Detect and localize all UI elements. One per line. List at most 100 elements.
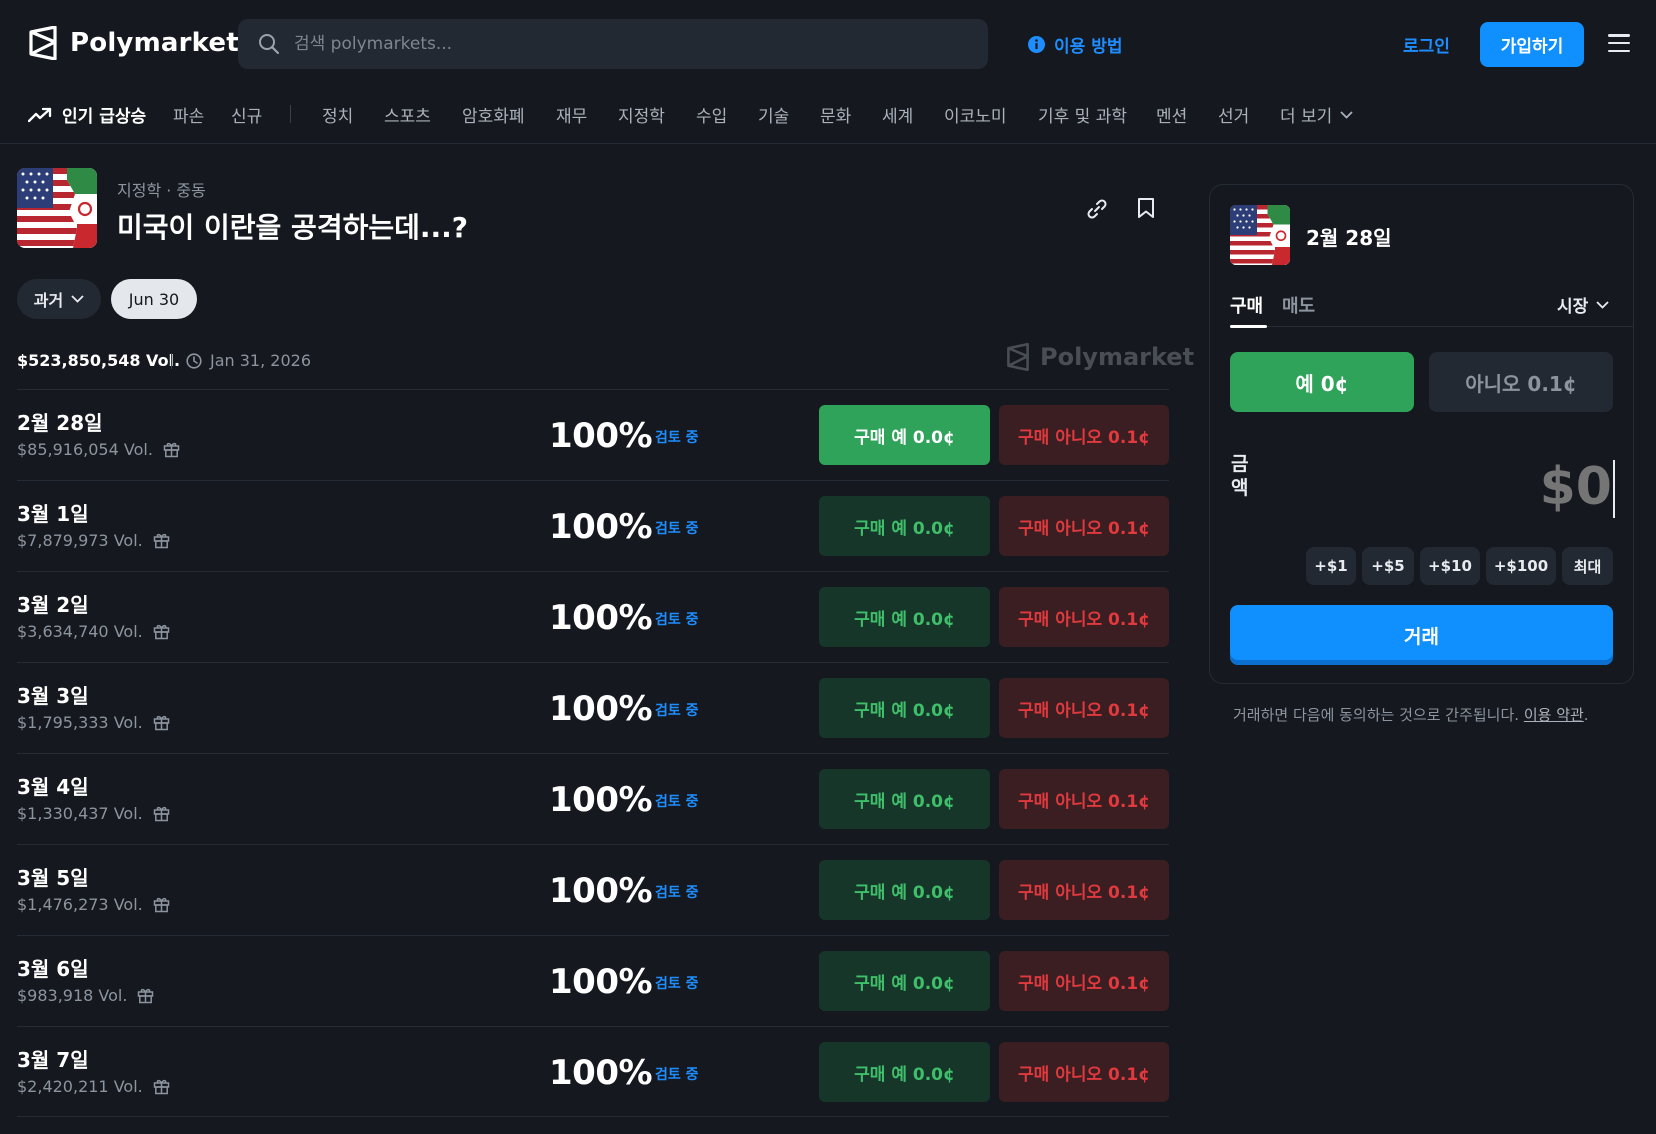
nav-item-world[interactable]: 세계: [882, 102, 913, 127]
search-input[interactable]: [294, 34, 944, 54]
buy-yes-button[interactable]: 구매 예 0.0¢: [819, 1042, 990, 1102]
gift-icon: [153, 533, 169, 549]
order-type-label: 시장: [1557, 297, 1589, 317]
outcome-no-button[interactable]: 아니오 0.1¢: [1429, 352, 1613, 412]
gift-icon: [153, 897, 169, 913]
outcome-status: 검토 중: [655, 794, 699, 810]
date-chip-jun-30[interactable]: Jun 30: [111, 279, 197, 319]
nav-item-politics[interactable]: 정치: [322, 102, 353, 127]
breadcrumb[interactable]: 지정학 · 중동: [117, 177, 206, 201]
trade-panel-image: [1230, 205, 1290, 265]
quick-amount-max-button[interactable]: 최대: [1562, 547, 1613, 585]
outcome-status: 검토 중: [655, 703, 699, 719]
buy-no-button[interactable]: 구매 아니오 0.1¢: [999, 587, 1169, 647]
nav-item-breaking[interactable]: 파손: [173, 102, 204, 127]
buy-yes-button[interactable]: 구매 예 0.0¢: [819, 769, 990, 829]
outcome-label: 3월 5일: [17, 866, 89, 890]
nav-item-climate-science[interactable]: 기후 및 과학: [1038, 102, 1127, 127]
polymarket-logo-icon: [29, 26, 57, 60]
outcome-row[interactable]: 3월 3일 $1,795,333 Vol. 100% 검토 중 구매 예 0.0…: [17, 662, 1169, 753]
buy-no-button[interactable]: 구매 아니오 0.1¢: [999, 496, 1169, 556]
outcome-row[interactable]: 3월 6일 $983,918 Vol. 100% 검토 중 구매 예 0.0¢ …: [17, 935, 1169, 1026]
nav-item-tech[interactable]: 기술: [758, 102, 789, 127]
quick-amount-100-button[interactable]: +$100: [1486, 547, 1556, 585]
buy-yes-button[interactable]: 구매 예 0.0¢: [819, 587, 990, 647]
outcome-row[interactable]: 2월 28일 $85,916,054 Vol. 100% 검토 중 구매 예 0…: [17, 389, 1169, 480]
nav-item-crypto[interactable]: 암호화폐: [462, 102, 525, 127]
quick-amount-10-button[interactable]: +$10: [1420, 547, 1480, 585]
polymarket-logo-icon: [1007, 343, 1029, 371]
nav-trending-label: 인기 급상승: [62, 107, 147, 127]
buy-yes-button[interactable]: 구매 예 0.0¢: [819, 496, 990, 556]
buy-no-button[interactable]: 구매 아니오 0.1¢: [999, 405, 1169, 465]
tab-divider: [1230, 326, 1634, 327]
info-icon: [1028, 36, 1045, 53]
nav-more[interactable]: 더 보기: [1280, 102, 1353, 127]
polymarket-watermark: Polymarket: [1006, 343, 1194, 371]
nav-item-mentions[interactable]: 멘션: [1156, 102, 1187, 127]
buy-no-button[interactable]: 구매 아니오 0.1¢: [999, 678, 1169, 738]
nav-item-finance[interactable]: 재무: [556, 102, 587, 127]
outcome-percent: 100%: [549, 962, 653, 1002]
outcome-label: 3월 6일: [17, 957, 89, 981]
trade-button[interactable]: 거래: [1230, 605, 1613, 665]
outcome-yes-button[interactable]: 예 0¢: [1230, 352, 1414, 412]
search-bar[interactable]: [238, 19, 988, 69]
outcome-row[interactable]: 3월 1일 $7,879,973 Vol. 100% 검토 중 구매 예 0.0…: [17, 480, 1169, 571]
outcome-percent: 100%: [549, 780, 653, 820]
outcome-row[interactable]: 3월 5일 $1,476,273 Vol. 100% 검토 중 구매 예 0.0…: [17, 844, 1169, 935]
top-bar: Polymarket 이용 방법 로그인 가입하기: [0, 0, 1656, 88]
copy-link-icon[interactable]: [1086, 198, 1108, 224]
buy-yes-button[interactable]: 구매 예 0.0¢: [819, 951, 990, 1011]
nav-item-elections[interactable]: 선거: [1218, 102, 1249, 127]
outcome-row[interactable]: 3월 2일 $3,634,740 Vol. 100% 검토 중 구매 예 0.0…: [17, 571, 1169, 662]
outcome-status: 검토 중: [655, 976, 699, 992]
gift-icon: [138, 988, 154, 1004]
outcome-label: 3월 7일: [17, 1048, 89, 1072]
tab-buy[interactable]: 구매: [1230, 292, 1263, 318]
nav-item-geopolitics[interactable]: 지정학: [618, 102, 665, 127]
tab-sell[interactable]: 매도: [1282, 292, 1315, 318]
hamburger-menu-icon[interactable]: [1608, 34, 1630, 52]
bookmark-icon[interactable]: [1137, 197, 1155, 223]
outcome-percent: 100%: [549, 871, 653, 911]
outcome-status: 검토 중: [655, 612, 699, 628]
outcome-label: 3월 2일: [17, 593, 89, 617]
nav-trending[interactable]: 인기 급상승: [28, 102, 146, 127]
buy-yes-button[interactable]: 구매 예 0.0¢: [819, 405, 990, 465]
logo[interactable]: Polymarket: [28, 26, 239, 60]
amount-input[interactable]: [1390, 455, 1612, 519]
outcome-list: 2월 28일 $85,916,054 Vol. 100% 검토 중 구매 예 0…: [17, 389, 1169, 1117]
nav-item-earnings[interactable]: 수입: [696, 102, 727, 127]
outcome-status: 검토 중: [655, 521, 699, 537]
search-icon: [259, 34, 280, 55]
how-it-works-link[interactable]: 이용 방법: [1028, 32, 1122, 57]
buy-yes-button[interactable]: 구매 예 0.0¢: [819, 860, 990, 920]
quick-amount-1-button[interactable]: +$1: [1306, 547, 1356, 585]
market-image: [17, 168, 97, 248]
nav-item-new[interactable]: 신규: [231, 102, 262, 127]
past-dropdown[interactable]: 과거: [17, 279, 101, 319]
outcome-percent: 100%: [549, 1053, 653, 1093]
amount-label: 금액: [1231, 453, 1249, 499]
quick-amount-5-button[interactable]: +$5: [1362, 547, 1414, 585]
buy-no-button[interactable]: 구매 아니오 0.1¢: [999, 860, 1169, 920]
login-link[interactable]: 로그인: [1403, 32, 1450, 57]
terms-link[interactable]: 이용 약관: [1524, 706, 1584, 724]
outcome-status: 검토 중: [655, 430, 699, 446]
signup-button[interactable]: 가입하기: [1480, 22, 1584, 67]
buy-no-button[interactable]: 구매 아니오 0.1¢: [999, 1042, 1169, 1102]
outcome-row[interactable]: 3월 4일 $1,330,437 Vol. 100% 검토 중 구매 예 0.0…: [17, 753, 1169, 844]
nav-item-economy[interactable]: 이코노미: [944, 102, 1007, 127]
outcome-volume: $1,476,273 Vol.: [17, 895, 170, 914]
nav-divider: [290, 105, 291, 123]
order-type-dropdown[interactable]: 시장: [1557, 292, 1609, 317]
outcome-row[interactable]: 3월 7일 $2,420,211 Vol. 100% 검토 중 구매 예 0.0…: [17, 1026, 1169, 1117]
buy-yes-button[interactable]: 구매 예 0.0¢: [819, 678, 990, 738]
nav-item-sports[interactable]: 스포츠: [384, 102, 431, 127]
nav-more-label: 더 보기: [1280, 107, 1333, 127]
buy-no-button[interactable]: 구매 아니오 0.1¢: [999, 769, 1169, 829]
nav-item-culture[interactable]: 문화: [820, 102, 851, 127]
buy-no-button[interactable]: 구매 아니오 0.1¢: [999, 951, 1169, 1011]
outcome-status: 검토 중: [655, 885, 699, 901]
